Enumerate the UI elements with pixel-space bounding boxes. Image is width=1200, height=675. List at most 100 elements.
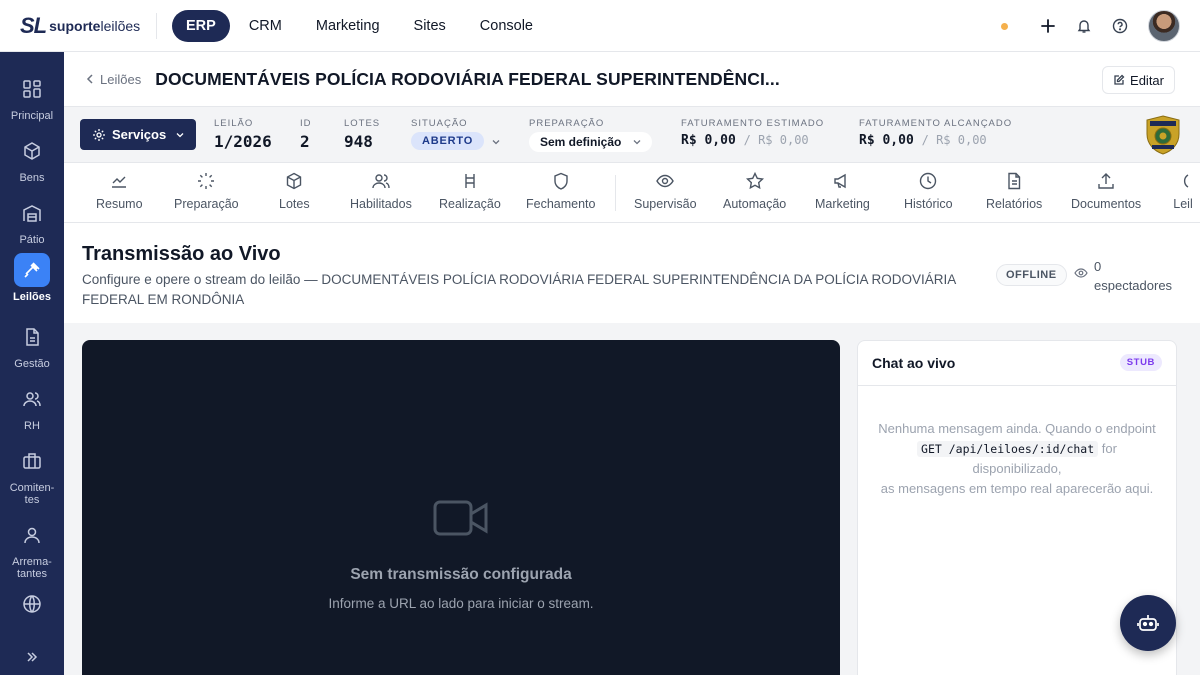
- sidebar-item-arrematantes[interactable]: Arrema- tantes: [0, 518, 64, 580]
- topnav-erp[interactable]: ERP: [172, 9, 230, 42]
- tab-label: Relatórios: [986, 197, 1043, 211]
- tab-lotes[interactable]: Lotes: [279, 171, 310, 211]
- video-player[interactable]: Sem transmissão configurada Informe a UR…: [82, 340, 840, 675]
- tab-marketing[interactable]: Marketing: [815, 171, 870, 211]
- topnav-marketing[interactable]: Marketing: [301, 11, 395, 41]
- section-title: Transmissão ao Vivo: [82, 243, 281, 265]
- tab-fechamento[interactable]: Fechamento: [526, 171, 595, 211]
- tab-leil[interactable]: Leil: [1173, 171, 1193, 211]
- chat-empty-line: disponibilizado,: [972, 461, 1062, 476]
- tab-label: Preparação: [174, 197, 239, 211]
- sidebar-item-comitentes[interactable]: Comiten- tes: [0, 444, 64, 506]
- ladder-icon: [460, 171, 480, 191]
- sidebar-item-principal[interactable]: Principal: [0, 72, 64, 122]
- topnav-crm[interactable]: CRM: [234, 11, 297, 41]
- briefcase-icon: [14, 444, 50, 478]
- chevron-down-icon: [176, 132, 184, 137]
- topnav-sites[interactable]: Sites: [399, 11, 461, 41]
- tab-automacao[interactable]: Automação: [723, 171, 786, 211]
- viewer-label: espectadores: [1094, 278, 1173, 293]
- help-icon[interactable]: [1102, 10, 1138, 42]
- shield-icon: [551, 171, 571, 191]
- loader-icon: [196, 171, 216, 191]
- sidebar-item-label: RH: [24, 420, 40, 432]
- grid-icon: [14, 72, 50, 106]
- sidebar-item-label: Pátio: [19, 234, 45, 246]
- users-icon: [371, 171, 391, 191]
- chat-empty-message: Nenhuma mensagem ainda. Quando o endpoin…: [858, 419, 1176, 499]
- tab-label: Realização: [439, 197, 501, 211]
- tab-supervisao[interactable]: Supervisão: [634, 171, 697, 211]
- plus-icon[interactable]: [1030, 10, 1066, 42]
- edit-button[interactable]: Editar: [1102, 66, 1175, 94]
- robot-icon: [1137, 615, 1159, 631]
- sidebar-expand-button[interactable]: [0, 640, 64, 675]
- sidebar-item-gestao[interactable]: Gestão: [0, 320, 64, 370]
- preparacao-field: PREPARAÇÃO Sem definição: [529, 118, 653, 152]
- brand-name: suporteleilões: [49, 17, 141, 34]
- warehouse-icon: [14, 196, 50, 230]
- tab-label: Lotes: [279, 197, 310, 211]
- document-icon: [14, 320, 50, 354]
- faturamento-alcancado-field: FATURAMENTO ALCANÇADO R$ 0,00 / R$ 0,00: [859, 118, 1012, 148]
- faturamento-alcancado-label: FATURAMENTO ALCANÇADO: [859, 118, 1013, 129]
- auction-info-bar: Serviços LEILÃO 1/2026 ID 2 LOTES 948 SI…: [64, 106, 1200, 163]
- gavel-icon: [14, 253, 50, 287]
- sidebar-item-bens[interactable]: Bens: [0, 134, 64, 184]
- leilao-field: LEILÃO 1/2026: [214, 118, 272, 151]
- user-avatar[interactable]: [1148, 10, 1180, 42]
- users-icon: [14, 382, 50, 416]
- chevron-down-icon[interactable]: [492, 139, 500, 145]
- brand-mark: SL: [20, 12, 47, 38]
- sidebar-item-label: Arrema- tantes: [12, 556, 52, 580]
- user-icon: [14, 518, 50, 552]
- edit-icon: [1114, 74, 1125, 85]
- tab-historico[interactable]: Histórico: [904, 171, 953, 211]
- situacao-label: SITUAÇÃO: [411, 118, 468, 129]
- tab-resumo[interactable]: Resumo: [96, 171, 143, 211]
- assistant-bot-button[interactable]: [1120, 595, 1176, 651]
- tab-relatorios[interactable]: Relatórios: [986, 171, 1042, 211]
- megaphone-icon: [832, 171, 852, 191]
- id-value: 2: [300, 132, 310, 151]
- top-bar: SL suporteleilões ERP CRM Marketing Site…: [0, 0, 1200, 52]
- stream-content: Sem transmissão configurada Informe a UR…: [64, 323, 1200, 675]
- sidebar-item-leiloes[interactable]: Leilões: [0, 253, 64, 303]
- breadcrumb-label: Leilões: [100, 71, 142, 87]
- tab-realizacao[interactable]: Realização: [439, 171, 501, 211]
- top-actions: [1001, 10, 1180, 42]
- sidebar-item-label: Bens: [19, 172, 45, 184]
- brand-logo[interactable]: SL suporteleilões: [20, 13, 156, 39]
- id-field: ID 2: [300, 118, 312, 151]
- preparacao-select[interactable]: Sem definição: [529, 132, 653, 152]
- lotes-value: 948: [344, 132, 373, 151]
- viewer-count: 0 espectadores: [1074, 257, 1172, 295]
- status-dot: [1001, 22, 1008, 30]
- situacao-badge[interactable]: ABERTO: [411, 132, 485, 150]
- police-badge-icon: [1146, 115, 1180, 155]
- tab-label: Automação: [723, 197, 787, 211]
- tab-label: Supervisão: [634, 197, 697, 211]
- page-header: Leilões DOCUMENTÁVEIS POLÍCIA RODOVIÁRIA…: [64, 52, 1200, 106]
- divider: [615, 175, 616, 211]
- sidebar-item-label: Comiten- tes: [9, 482, 55, 506]
- services-button[interactable]: Serviços: [80, 119, 196, 150]
- video-camera-icon: [433, 500, 488, 536]
- sidebar-item-label: Principal: [10, 110, 54, 122]
- leilao-value: 1/2026: [214, 132, 272, 151]
- tab-habilitados[interactable]: Habilitados: [350, 171, 412, 211]
- faturamento-estimado-label: FATURAMENTO ESTIMADO: [681, 118, 825, 129]
- tab-documentos[interactable]: Documentos: [1071, 171, 1141, 211]
- sidebar-item-sites[interactable]: [0, 587, 64, 625]
- tab-preparacao[interactable]: Preparação: [174, 171, 239, 211]
- services-label: Serviços: [112, 127, 167, 142]
- tab-label: Leil: [1173, 197, 1193, 211]
- topnav-console[interactable]: Console: [465, 11, 548, 41]
- bell-icon[interactable]: [1066, 10, 1102, 42]
- chart-line-icon: [109, 171, 129, 191]
- tab-label: Habilitados: [350, 197, 412, 211]
- sidebar-item-rh[interactable]: RH: [0, 382, 64, 432]
- breadcrumb-back[interactable]: Leilões: [86, 72, 141, 87]
- sidebar-item-patio[interactable]: Pátio: [0, 196, 64, 246]
- player-empty-title: Sem transmissão configurada: [350, 566, 572, 583]
